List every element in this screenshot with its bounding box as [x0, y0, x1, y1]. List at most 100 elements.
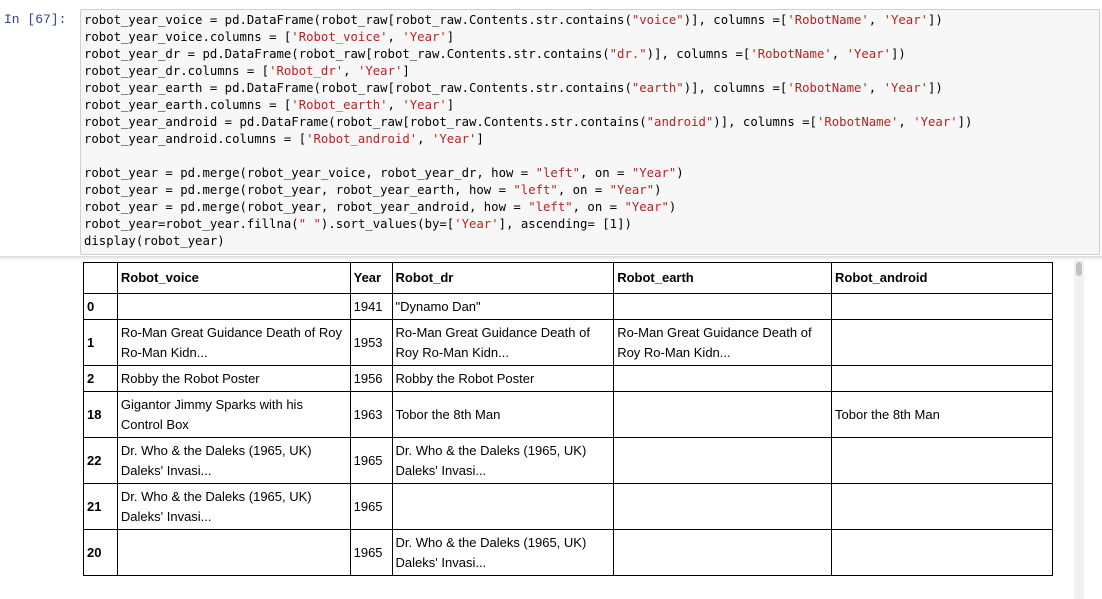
code-string: "voice" — [631, 13, 684, 27]
code-token: )], columns =[ — [713, 115, 817, 129]
table-cell-voice — [116, 293, 351, 320]
table-row: 21 Dr. Who & the Daleks (1965, UK) Daleks… — [83, 483, 1053, 530]
code-string: 'Robot_earth' — [291, 98, 388, 112]
table-cell-year: 1956 — [349, 365, 393, 392]
table-cell-earth: Ro-Man Great Guidance Death of Roy Ro-Ma… — [613, 319, 833, 366]
code-string: "android" — [646, 115, 714, 129]
code-string: 'Year' — [454, 217, 499, 231]
code-token: robot_year_dr = pd.DataFrame(robot_raw[r… — [84, 47, 610, 61]
table-cell-year: 1965 — [349, 437, 393, 484]
output-area: Robot_voice Year Robot_dr Robot_earth Ro… — [83, 262, 1053, 576]
table-cell-year: 1965 — [349, 483, 393, 530]
table-cell-voice — [116, 529, 351, 576]
code-token: ] — [476, 132, 484, 146]
code-token: ).sort_values(by=[ — [320, 217, 455, 231]
column-header: Robot_voice — [116, 262, 351, 294]
code-string: 'Year' — [883, 13, 929, 27]
table-row: 1 Ro-Man Great Guidance Death of Roy Ro-M… — [83, 319, 1053, 366]
code-editor[interactable]: robot_year_voice = pd.DataFrame(robot_ra… — [80, 9, 1100, 255]
table-cell-voice: Dr. Who & the Daleks (1965, UK) Daleks' … — [116, 483, 351, 530]
table-cell-dr: Ro-Man Great Guidance Death of Roy Ro-Ma… — [391, 319, 615, 366]
code-token: ], ascending= [1]) — [498, 217, 632, 231]
table-cell-dr: Dr. Who & the Daleks (1965, UK) Daleks' … — [391, 437, 615, 484]
table-cell-android — [831, 437, 1053, 484]
column-header: Robot_android — [831, 262, 1053, 294]
table-cell-earth — [613, 529, 833, 576]
code-token: robot_year_voice = pd.DataFrame(robot_ra… — [84, 13, 632, 27]
table-cell-dr — [391, 483, 615, 530]
code-token: ) — [654, 183, 662, 197]
code-string: "left" — [535, 166, 581, 180]
code-token: robot_year_earth = pd.DataFrame(robot_ra… — [84, 81, 632, 95]
table-row: 22 Dr. Who & the Daleks (1965, UK) Daleks… — [83, 437, 1053, 484]
input-prompt: In [67]: — [4, 12, 67, 27]
table-cell-voice: Dr. Who & the Daleks (1965, UK) Daleks' … — [116, 437, 351, 484]
column-header: Robot_earth — [613, 262, 833, 294]
index-header — [83, 262, 118, 294]
code-token: robot_year=robot_year.fillna( — [84, 217, 299, 231]
code-token: , — [387, 98, 403, 112]
row-index: 2 — [83, 365, 118, 392]
table-cell-voice: Robby the Robot Poster — [116, 365, 351, 392]
table-cell-android — [831, 319, 1053, 366]
table-cell-earth — [613, 391, 833, 438]
code-token: , — [868, 81, 884, 95]
table-row: 20 1965 Dr. Who & the Daleks (1965, UK) Da… — [83, 529, 1053, 576]
code-token: robot_year_voice.columns = [ — [84, 30, 292, 44]
code-string: 'Year' — [913, 115, 958, 129]
code-string: 'Year' — [402, 30, 447, 44]
table-row: 18 Gigantor Jimmy Sparks with his Control… — [83, 391, 1053, 438]
table-row: 0 1941 "Dynamo Dan" — [83, 293, 1053, 320]
row-index: 1 — [83, 319, 118, 366]
code-string: "left" — [513, 183, 558, 197]
code-cell[interactable]: In [67]: robot_year_voice = pd.DataFrame… — [0, 0, 1102, 260]
code-token: )], columns =[ — [683, 81, 788, 95]
code-text[interactable]: robot_year_voice = pd.DataFrame(robot_ra… — [84, 12, 972, 250]
table-cell-android — [831, 365, 1053, 392]
row-index: 21 — [83, 483, 118, 530]
table-cell-dr: "Dynamo Dan" — [391, 293, 615, 320]
code-token: robot_year_dr.columns = [ — [84, 64, 270, 78]
code-token: robot_year = pd.merge(robot_year, robot_… — [84, 183, 514, 197]
code-token: , on = — [580, 166, 632, 180]
dataframe-table: Robot_voice Year Robot_dr Robot_earth Ro… — [83, 262, 1053, 576]
code-token: , — [831, 47, 847, 61]
code-token: ]) — [891, 47, 906, 61]
code-string: 'Robot_voice' — [291, 30, 388, 44]
code-string: 'Year' — [402, 98, 447, 112]
code-token: ) — [676, 166, 684, 180]
code-token: ]) — [928, 81, 943, 95]
table-cell-dr: Tobor the 8th Man — [391, 391, 615, 438]
table-cell-earth — [613, 483, 833, 530]
code-string: 'Year' — [883, 81, 929, 95]
code-string: "Year" — [609, 183, 655, 197]
table-cell-year: 1963 — [349, 391, 393, 438]
code-token: , on = — [557, 183, 610, 197]
table-cell-year: 1965 — [349, 529, 393, 576]
code-string: 'Robot_android' — [306, 132, 418, 146]
code-token: robot_year_android.columns = [ — [84, 132, 307, 146]
code-string: 'RobotName' — [787, 81, 869, 95]
code-token: ] — [446, 98, 455, 112]
row-index: 22 — [83, 437, 118, 484]
code-token: , — [868, 13, 884, 27]
table-cell-earth — [613, 437, 833, 484]
table-cell-dr: Robby the Robot Poster — [391, 365, 615, 392]
output-scrollbar[interactable] — [1074, 260, 1084, 599]
scrollbar-thumb[interactable] — [1076, 262, 1082, 276]
code-token: , — [343, 64, 358, 78]
code-string: 'Robot_dr' — [269, 64, 344, 78]
code-token: robot_year_android = pd.DataFrame(robot_… — [84, 115, 647, 129]
table-cell-voice: Gigantor Jimmy Sparks with his Control B… — [116, 391, 351, 438]
table-cell-year: 1953 — [349, 319, 393, 366]
code-string: "earth" — [631, 81, 684, 95]
table-cell-year: 1941 — [349, 293, 393, 320]
code-string: "dr." — [609, 47, 647, 61]
code-token: )], columns =[ — [683, 13, 788, 27]
code-token: , — [898, 115, 914, 129]
code-string: 'Year' — [846, 47, 891, 61]
row-index: 18 — [83, 391, 118, 438]
row-index: 20 — [83, 529, 118, 576]
table-cell-android — [831, 293, 1053, 320]
cell-divider — [0, 256, 1102, 260]
